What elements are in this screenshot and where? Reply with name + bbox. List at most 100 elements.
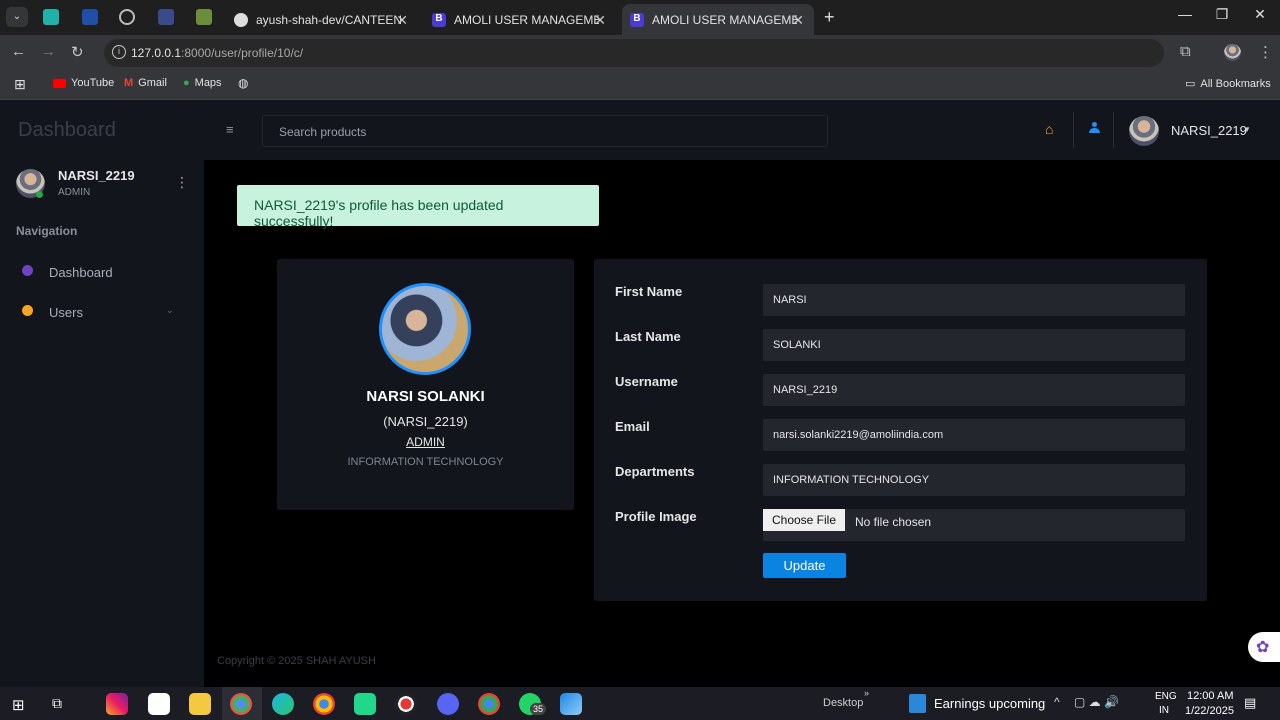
active-indicator (222, 687, 262, 720)
header-username[interactable]: NARSI_2219 (1171, 123, 1247, 138)
maximize-button[interactable]: ❐ (1207, 6, 1237, 23)
username-field[interactable]: NARSI_2219 (763, 374, 1185, 406)
floating-assistant-button[interactable]: ✿ (1248, 632, 1280, 662)
task-view-icon[interactable]: ⧉ (52, 695, 62, 712)
forward-arrow-icon[interactable]: → (41, 43, 56, 60)
clock-date[interactable]: 1/22/2025 (1185, 705, 1234, 717)
back-arrow-icon[interactable]: ← (11, 43, 26, 60)
update-button[interactable]: Update (763, 553, 846, 578)
pycharm-icon[interactable] (354, 693, 376, 715)
new-tab-button[interactable]: + (824, 7, 835, 28)
more-vertical-icon[interactable]: ⋮ (175, 174, 189, 191)
pinned-tab-icon[interactable] (82, 9, 98, 25)
sidebar-item-dashboard[interactable]: Dashboard (16, 260, 196, 284)
close-icon[interactable]: ✕ (396, 12, 408, 29)
edge-icon[interactable] (272, 693, 294, 715)
close-window-button[interactable]: ✕ (1245, 6, 1275, 23)
profile-image-label: Profile Image (615, 509, 697, 524)
site-info-icon[interactable]: i (112, 45, 126, 59)
apps-grid-icon[interactable]: ⊞ (14, 76, 26, 93)
sidebar-item-users[interactable]: Users ⌄ (16, 300, 196, 324)
address-bar[interactable]: i 127.0.0.1:8000/user/profile/10/c/ (104, 39, 1164, 67)
tray-icons[interactable]: ▢ ☁ 🔊 (1074, 695, 1119, 709)
header-avatar[interactable] (1129, 116, 1159, 146)
profile-avatar[interactable] (1224, 44, 1241, 61)
speedometer-icon (22, 265, 33, 276)
desktop-label[interactable]: Desktop (823, 697, 863, 709)
last-name-field[interactable]: SOLANKI (763, 329, 1185, 361)
search-input[interactable]: Search products (262, 115, 828, 147)
tab-github[interactable]: ayush-shah-dev/CANTEEN_MA ✕ (226, 4, 418, 35)
sidebar-item-label: Users (49, 305, 83, 320)
bootstrap-icon: B (432, 12, 446, 27)
choose-file-button[interactable]: Choose File (763, 509, 845, 531)
email-field[interactable]: narsi.solanki2219@amoliindia.com (763, 419, 1185, 451)
kebab-menu-icon[interactable]: ⋮ (1258, 43, 1273, 61)
news-icon (909, 694, 926, 713)
whatsapp-badge: 35 (530, 703, 547, 715)
youtube-icon (53, 78, 66, 88)
region-indicator[interactable]: IN (1159, 705, 1169, 716)
bookmarks-bar: ⊞ YouTube M Gmail ● Maps ◍ ▭ All Bookmarks (0, 71, 1280, 100)
main-content: NARSI_2219's profile has been updated su… (204, 160, 1280, 687)
extensions-icon[interactable]: ⧉ (1180, 43, 1191, 60)
home-icon[interactable]: ⌂ (1045, 121, 1053, 137)
profile-username: (NARSI_2219) (383, 414, 468, 429)
user-icon[interactable] (1089, 122, 1100, 133)
notifications-icon[interactable]: ▤ (1244, 695, 1256, 711)
close-icon[interactable]: ✕ (792, 12, 804, 29)
nav-section-title: Navigation (16, 224, 78, 238)
departments-field[interactable]: INFORMATION TECHNOLOGY (763, 464, 1185, 496)
caret-down-icon[interactable]: ▼ (1243, 125, 1251, 134)
bookmark-youtube[interactable]: YouTube (53, 77, 114, 89)
all-bookmarks[interactable]: ▭ All Bookmarks (1185, 77, 1271, 91)
news-widget-label[interactable]: Earnings upcoming (934, 696, 1045, 711)
gmail-icon: M (124, 77, 134, 89)
record-icon[interactable] (395, 693, 417, 715)
tab-amoli-active[interactable]: B AMOLI USER MANAGEMENT SY ✕ (622, 4, 814, 35)
sidebar: NARSI_2219 ADMIN ⋮ Navigation Dashboard … (0, 160, 204, 687)
clock-time[interactable]: 12:00 AM (1187, 690, 1233, 702)
instagram-icon[interactable] (106, 693, 128, 715)
windows-start-icon[interactable]: ⊞ (12, 696, 25, 714)
close-icon[interactable]: ✕ (594, 12, 606, 29)
language-indicator[interactable]: ENG (1155, 691, 1177, 702)
file-explorer-icon[interactable] (189, 693, 211, 715)
pinned-tab-icon[interactable] (196, 9, 212, 25)
profile-form: First Name NARSI Last Name SOLANKI Usern… (594, 259, 1207, 601)
chrome-icon[interactable] (478, 693, 500, 715)
photos-icon[interactable] (560, 693, 582, 715)
chrome-icon[interactable] (313, 693, 335, 715)
tab-amoli-1[interactable]: B AMOLI USER MANAGEMENT SY ✕ (424, 4, 616, 35)
minimize-button[interactable]: — (1170, 6, 1200, 22)
reload-icon[interactable]: ↻ (71, 43, 84, 61)
capcut-icon[interactable] (148, 693, 170, 715)
chevron-double-icon: » (864, 688, 870, 698)
pinned-tab-icon[interactable] (43, 9, 59, 25)
bookmark-maps[interactable]: ● Maps (183, 77, 222, 89)
hamburger-icon[interactable]: ≡ (226, 122, 234, 137)
chevron-up-icon[interactable]: ^ (1054, 695, 1060, 709)
globe-icon[interactable]: ◍ (238, 76, 248, 90)
pinned-tab-icon[interactable] (158, 9, 174, 25)
all-bookmarks-label: All Bookmarks (1200, 77, 1271, 90)
footer-copyright: Copyright © 2025 SHAH AYUSH (217, 655, 376, 667)
discord-icon[interactable] (437, 693, 459, 715)
online-status-dot (36, 191, 43, 198)
brand-logo[interactable]: Dashboard (18, 119, 116, 142)
divider (1073, 112, 1074, 148)
url-host: 127.0.0.1 (131, 46, 182, 60)
profile-photo (379, 283, 471, 375)
bookmark-gmail[interactable]: M Gmail (124, 77, 167, 89)
tab-search-button[interactable]: ⌄ (6, 7, 28, 27)
profile-image-input[interactable]: Choose File No file chosen (763, 509, 1185, 541)
sidebar-username: NARSI_2219 (58, 168, 135, 183)
globe-icon[interactable] (119, 9, 135, 25)
first-name-field[interactable]: NARSI (763, 284, 1185, 316)
maps-pin-icon: ● (183, 77, 190, 89)
departments-label: Departments (615, 464, 695, 479)
user-icon (22, 305, 33, 316)
bookmark-label: Gmail (138, 77, 167, 89)
first-name-label: First Name (615, 284, 683, 299)
sidebar-role: ADMIN (58, 187, 91, 198)
